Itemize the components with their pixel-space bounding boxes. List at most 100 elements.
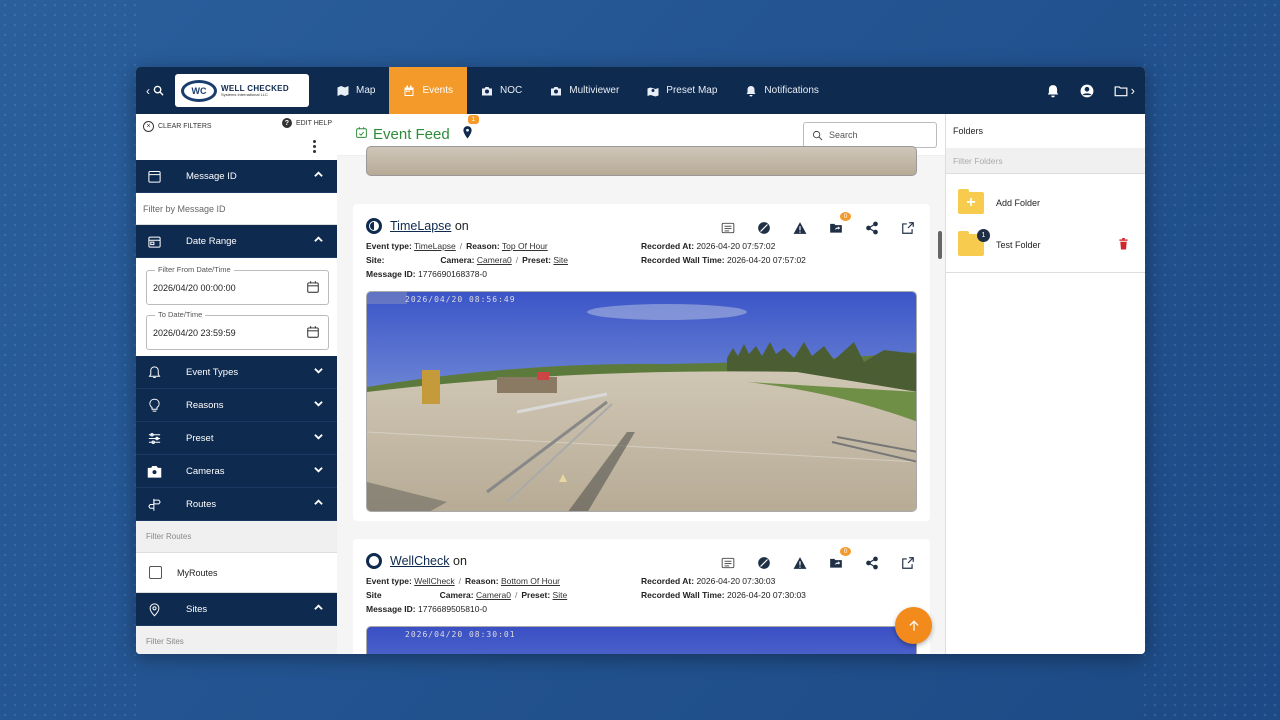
more-vert-icon[interactable] bbox=[313, 138, 317, 155]
reason-link[interactable]: Top Of Hour bbox=[502, 241, 548, 251]
bell-icon bbox=[746, 85, 756, 96]
event-name-link[interactable]: TimeLapse bbox=[390, 219, 451, 233]
search-icon bbox=[812, 130, 823, 140]
event-camera-image[interactable]: 2026/04/20 08:56:49 bbox=[366, 291, 917, 512]
chevron-right-icon: › bbox=[1130, 83, 1135, 98]
image-timestamp: 2026/04/20 08:30:01 bbox=[405, 630, 516, 639]
edit-help-button[interactable]: ? EDIT HELP bbox=[281, 118, 332, 128]
nav-item-notifications[interactable]: Notifications bbox=[731, 67, 832, 114]
nav-item-multiviewer[interactable]: Multiviewer bbox=[536, 67, 633, 114]
section-sites[interactable]: Sites bbox=[136, 593, 337, 626]
open-external-icon[interactable] bbox=[900, 555, 916, 571]
move-to-folder-icon[interactable]: 0 bbox=[828, 547, 851, 571]
calendar-icon bbox=[404, 85, 414, 96]
section-label: Sites bbox=[186, 603, 208, 615]
filter-sidebar: × CLEAR FILTERS ? EDIT HELP Message ID F… bbox=[136, 114, 337, 654]
warning-icon[interactable] bbox=[792, 220, 808, 236]
preset-link[interactable]: Site bbox=[553, 255, 568, 265]
folder-label: Add Folder bbox=[996, 198, 1041, 208]
calendar-icon bbox=[146, 233, 162, 249]
nav-item-map[interactable]: Map bbox=[323, 67, 389, 114]
from-date-value: 2026/04/20 00:00:00 bbox=[153, 283, 236, 293]
nav-item-preset-map[interactable]: Preset Map bbox=[633, 67, 731, 114]
wellcheck-icon bbox=[366, 553, 382, 569]
event-name-link[interactable]: WellCheck bbox=[390, 554, 450, 568]
calendar-icon[interactable] bbox=[306, 325, 320, 339]
nav-item-events[interactable]: Events bbox=[389, 67, 468, 114]
section-routes[interactable]: Routes bbox=[136, 488, 337, 521]
preset-link[interactable]: Site bbox=[553, 590, 568, 600]
label: Event type: bbox=[366, 576, 412, 586]
route-item-myroutes[interactable]: MyRoutes bbox=[136, 553, 337, 593]
account-icon[interactable] bbox=[1080, 84, 1094, 98]
to-date-value: 2026/04/20 23:59:59 bbox=[153, 328, 236, 338]
block-icon[interactable] bbox=[756, 220, 772, 236]
page-title: Event Feed bbox=[373, 126, 450, 143]
section-label: Message ID bbox=[186, 170, 237, 182]
label: Recorded At: bbox=[641, 576, 695, 586]
nav-collapse-search[interactable]: ‹ bbox=[136, 84, 174, 98]
section-cameras[interactable]: Cameras bbox=[136, 455, 337, 488]
map-marker-icon bbox=[647, 87, 659, 96]
open-external-icon[interactable] bbox=[900, 220, 916, 236]
warning-icon[interactable] bbox=[792, 555, 808, 571]
to-date-field[interactable]: To Date/Time 2026/04/20 23:59:59 bbox=[146, 310, 329, 350]
map-pin-button[interactable]: 1 bbox=[462, 114, 479, 144]
lightbulb-icon bbox=[146, 397, 162, 413]
signpost-icon bbox=[146, 496, 162, 512]
section-event-types[interactable]: Event Types bbox=[136, 356, 337, 389]
event-suffix: on bbox=[454, 219, 469, 233]
recorded-wall-time-value: 2026-04-20 07:30:03 bbox=[726, 590, 806, 600]
route-checkbox[interactable] bbox=[149, 566, 162, 579]
camera-link[interactable]: Camera0 bbox=[477, 255, 512, 265]
folder-badge: 0 bbox=[840, 212, 851, 221]
notes-icon[interactable] bbox=[720, 555, 736, 571]
block-icon[interactable] bbox=[756, 555, 772, 571]
notes-icon[interactable] bbox=[720, 220, 736, 236]
folder-toggle[interactable]: › bbox=[1114, 83, 1135, 98]
event-type-link[interactable]: WellCheck bbox=[414, 576, 454, 586]
filter-folders-input[interactable]: Filter Folders bbox=[946, 148, 1145, 174]
event-title: TimeLapse on bbox=[390, 219, 469, 233]
share-icon[interactable] bbox=[864, 555, 880, 571]
camera-link[interactable]: Camera0 bbox=[476, 590, 511, 600]
chevron-left-icon[interactable]: ‹ bbox=[146, 84, 150, 98]
section-preset[interactable]: Preset bbox=[136, 422, 337, 455]
bell-icon bbox=[146, 364, 162, 380]
share-icon[interactable] bbox=[864, 220, 880, 236]
calendar-icon[interactable] bbox=[306, 280, 320, 294]
event-title: WellCheck on bbox=[390, 554, 467, 568]
section-date-range[interactable]: Date Range bbox=[136, 225, 337, 258]
bell-icon[interactable] bbox=[1046, 84, 1060, 98]
event-camera-image[interactable]: 2026/04/20 08:30:01 bbox=[366, 626, 917, 654]
section-reasons[interactable]: Reasons bbox=[136, 389, 337, 422]
logo-mark: WC bbox=[181, 79, 217, 102]
label: Event type: bbox=[366, 241, 412, 251]
message-id-input[interactable]: Filter by Message ID bbox=[136, 193, 337, 225]
event-card: WellCheck on 0 Event type: WellCheck / Rea… bbox=[353, 539, 930, 654]
section-message-id[interactable]: Message ID bbox=[136, 160, 337, 193]
nav-item-label: Preset Map bbox=[666, 85, 718, 96]
folder-label: Test Folder bbox=[996, 240, 1041, 250]
folder-item-test[interactable]: 1 Test Folder bbox=[946, 224, 1145, 266]
feed-scrollbar[interactable] bbox=[938, 231, 942, 259]
delete-icon[interactable] bbox=[1118, 238, 1129, 252]
nav-item-noc[interactable]: NOC bbox=[467, 67, 536, 114]
scroll-to-top-button[interactable] bbox=[895, 607, 932, 644]
reason-link[interactable]: Bottom Of Hour bbox=[501, 576, 560, 586]
from-date-field[interactable]: Filter From Date/Time 2026/04/20 00:00:0… bbox=[146, 265, 329, 305]
event-type-link[interactable]: TimeLapse bbox=[414, 241, 456, 251]
separator: / bbox=[514, 590, 518, 600]
clear-filters-button[interactable]: × CLEAR FILTERS bbox=[143, 121, 212, 132]
filter-sites-input[interactable]: Filter Sites bbox=[136, 626, 337, 654]
filter-routes-input[interactable]: Filter Routes bbox=[136, 521, 337, 553]
previous-event-image[interactable] bbox=[366, 146, 917, 176]
logo[interactable]: WC WELL CHECKED Systems International LL… bbox=[175, 74, 309, 107]
nav-item-label: Notifications bbox=[764, 85, 819, 96]
search-input[interactable]: Search bbox=[803, 122, 937, 148]
recorded-at-value: 2026-04-20 07:30:03 bbox=[696, 576, 776, 586]
move-to-folder-icon[interactable]: 0 bbox=[828, 212, 851, 236]
folders-panel: Folders Filter Folders + Add Folder 1 Te… bbox=[946, 114, 1145, 654]
add-folder-button[interactable]: + Add Folder bbox=[946, 182, 1145, 224]
search-icon[interactable] bbox=[153, 85, 164, 96]
